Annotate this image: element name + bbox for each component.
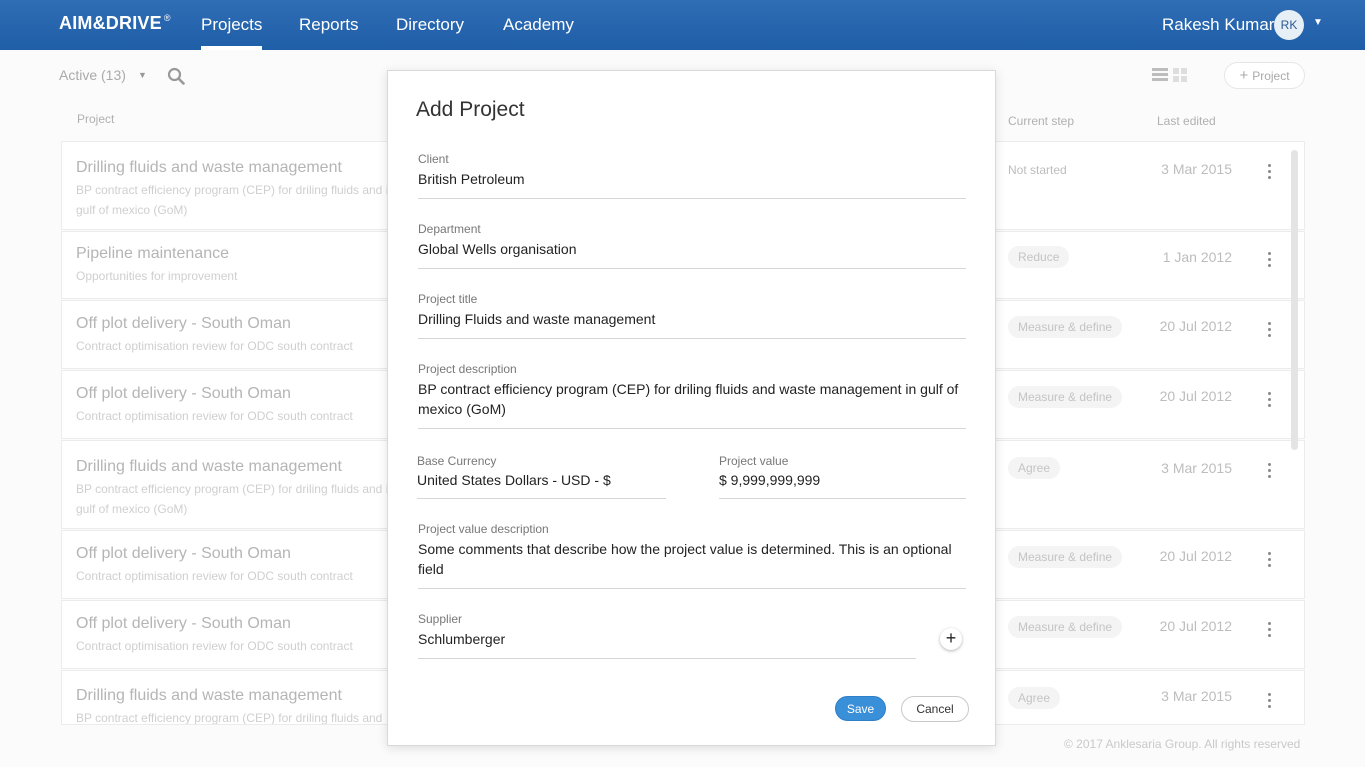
department-value[interactable]: Global Wells organisation bbox=[418, 239, 577, 259]
project-title-value[interactable]: Drilling Fluids and waste management bbox=[418, 309, 655, 329]
brand-logo[interactable]: AIM&DRIVE ® bbox=[59, 13, 171, 34]
filter-caret-icon[interactable]: ▼ bbox=[138, 70, 147, 80]
row-description: BP contract efficiency program (CEP) for… bbox=[76, 482, 396, 516]
row-step-badge: Measure & define bbox=[1008, 616, 1123, 638]
project-value-value[interactable]: $ 9,999,999,999 bbox=[719, 470, 820, 490]
add-project-label: Project bbox=[1252, 69, 1290, 83]
base-currency-value[interactable]: United States Dollars - USD - $ bbox=[417, 470, 611, 490]
add-project-button[interactable]: + Project bbox=[1224, 62, 1305, 89]
row-step-badge: Measure & define bbox=[1008, 316, 1123, 338]
brand-name: AIM&DRIVE bbox=[59, 13, 162, 33]
scrollbar[interactable] bbox=[1291, 150, 1298, 450]
base-currency-field[interactable]: Base Currency United States Dollars - US… bbox=[417, 451, 666, 499]
base-currency-label: Base Currency bbox=[417, 454, 497, 468]
project-value-field[interactable]: Project value $ 9,999,999,999 bbox=[719, 451, 966, 499]
row-date: 20 Jul 2012 bbox=[1159, 548, 1232, 564]
top-navigation-bar: AIM&DRIVE ® Projects Reports Directory Ac… bbox=[0, 0, 1365, 50]
row-description: Contract optimisation review for ODC sou… bbox=[76, 339, 353, 353]
row-title: Off plot delivery - South Oman bbox=[76, 545, 291, 562]
row-date: 1 Jan 2012 bbox=[1162, 249, 1232, 265]
nav-academy[interactable]: Academy bbox=[503, 15, 574, 35]
row-description: BP contract efficiency program (CEP) for… bbox=[76, 711, 383, 725]
plus-icon: + bbox=[1239, 67, 1249, 84]
project-value-description-label: Project value description bbox=[418, 522, 549, 536]
more-vertical-icon[interactable] bbox=[1268, 693, 1274, 711]
avatar[interactable]: RK bbox=[1274, 10, 1304, 40]
row-step: Not started bbox=[1008, 163, 1067, 177]
row-step-badge: Reduce bbox=[1008, 246, 1070, 268]
supplier-value[interactable]: Schlumberger bbox=[418, 629, 505, 649]
project-value-description-value[interactable]: Some comments that describe how the proj… bbox=[418, 539, 966, 579]
list-view-icon[interactable] bbox=[1152, 68, 1168, 82]
row-description: Contract optimisation review for ODC sou… bbox=[76, 409, 353, 423]
row-date: 20 Jul 2012 bbox=[1159, 318, 1232, 334]
row-description: Contract optimisation review for ODC sou… bbox=[76, 569, 353, 583]
save-button[interactable]: Save bbox=[835, 696, 886, 721]
row-title: Pipeline maintenance bbox=[76, 245, 229, 262]
row-date: 20 Jul 2012 bbox=[1159, 618, 1232, 634]
project-value-description-field[interactable]: Project value description Some comments … bbox=[418, 519, 966, 589]
row-title: Off plot delivery - South Oman bbox=[76, 615, 291, 632]
brand-registered-mark: ® bbox=[163, 13, 171, 23]
row-step-badge: Measure & define bbox=[1008, 546, 1123, 568]
row-title: Off plot delivery - South Oman bbox=[76, 385, 291, 402]
row-date: 20 Jul 2012 bbox=[1159, 388, 1232, 404]
row-date: 3 Mar 2015 bbox=[1161, 161, 1232, 177]
row-title: Drilling fluids and waste management bbox=[76, 159, 342, 176]
project-description-value[interactable]: BP contract efficiency program (CEP) for… bbox=[418, 379, 966, 419]
row-description: BP contract efficiency program (CEP) for… bbox=[76, 183, 396, 217]
row-title: Off plot delivery - South Oman bbox=[76, 315, 291, 332]
project-title-label: Project title bbox=[418, 292, 478, 306]
nav-projects[interactable]: Projects bbox=[201, 15, 263, 50]
column-header-last-edited[interactable]: Last edited bbox=[1157, 114, 1216, 128]
more-vertical-icon[interactable] bbox=[1268, 552, 1274, 570]
more-vertical-icon[interactable] bbox=[1268, 164, 1274, 182]
project-title-field[interactable]: Project title Drilling Fluids and waste … bbox=[418, 289, 966, 339]
add-supplier-plus-icon[interactable]: + bbox=[940, 628, 962, 650]
nav-directory[interactable]: Directory bbox=[396, 15, 464, 35]
more-vertical-icon[interactable] bbox=[1268, 392, 1274, 410]
more-vertical-icon[interactable] bbox=[1268, 252, 1274, 270]
row-description: Contract optimisation review for ODC sou… bbox=[76, 639, 353, 653]
cancel-button[interactable]: Cancel bbox=[901, 696, 969, 722]
client-label: Client bbox=[418, 152, 449, 166]
grid-view-icon[interactable] bbox=[1173, 68, 1187, 82]
nav-reports[interactable]: Reports bbox=[299, 15, 359, 35]
row-title: Drilling fluids and waste management bbox=[76, 458, 342, 475]
row-step-badge: Agree bbox=[1008, 457, 1061, 479]
more-vertical-icon[interactable] bbox=[1268, 322, 1274, 340]
user-name[interactable]: Rakesh Kumar bbox=[1162, 15, 1274, 35]
more-vertical-icon[interactable] bbox=[1268, 463, 1274, 481]
dialog-title: Add Project bbox=[416, 98, 525, 121]
row-step-badge: Measure & define bbox=[1008, 386, 1123, 408]
search-icon[interactable] bbox=[167, 67, 185, 85]
project-value-label: Project value bbox=[719, 454, 789, 468]
user-menu-caret-icon[interactable]: ▼ bbox=[1313, 17, 1323, 28]
client-field[interactable]: Client British Petroleum bbox=[418, 149, 966, 199]
client-value[interactable]: British Petroleum bbox=[418, 169, 525, 189]
project-description-label: Project description bbox=[418, 362, 517, 376]
column-header-current-step[interactable]: Current step bbox=[1008, 114, 1074, 128]
column-header-project[interactable]: Project bbox=[77, 112, 114, 126]
supplier-field[interactable]: Supplier Schlumberger bbox=[418, 609, 916, 659]
row-date: 3 Mar 2015 bbox=[1161, 688, 1232, 704]
row-step-badge: Agree bbox=[1008, 687, 1061, 709]
add-project-dialog: Add Project Client British Petroleum Dep… bbox=[387, 70, 996, 746]
row-description: Opportunities for improvement bbox=[76, 269, 238, 283]
row-date: 3 Mar 2015 bbox=[1161, 460, 1232, 476]
department-label: Department bbox=[418, 222, 481, 236]
supplier-label: Supplier bbox=[418, 612, 463, 626]
footer-copyright: © 2017 Anklesaria Group. All rights rese… bbox=[1064, 737, 1301, 751]
project-description-field[interactable]: Project description BP contract efficien… bbox=[418, 359, 966, 429]
department-field[interactable]: Department Global Wells organisation bbox=[418, 219, 966, 269]
status-filter[interactable]: Active (13) bbox=[59, 67, 126, 83]
more-vertical-icon[interactable] bbox=[1268, 622, 1274, 640]
row-title: Drilling fluids and waste management bbox=[76, 687, 342, 704]
